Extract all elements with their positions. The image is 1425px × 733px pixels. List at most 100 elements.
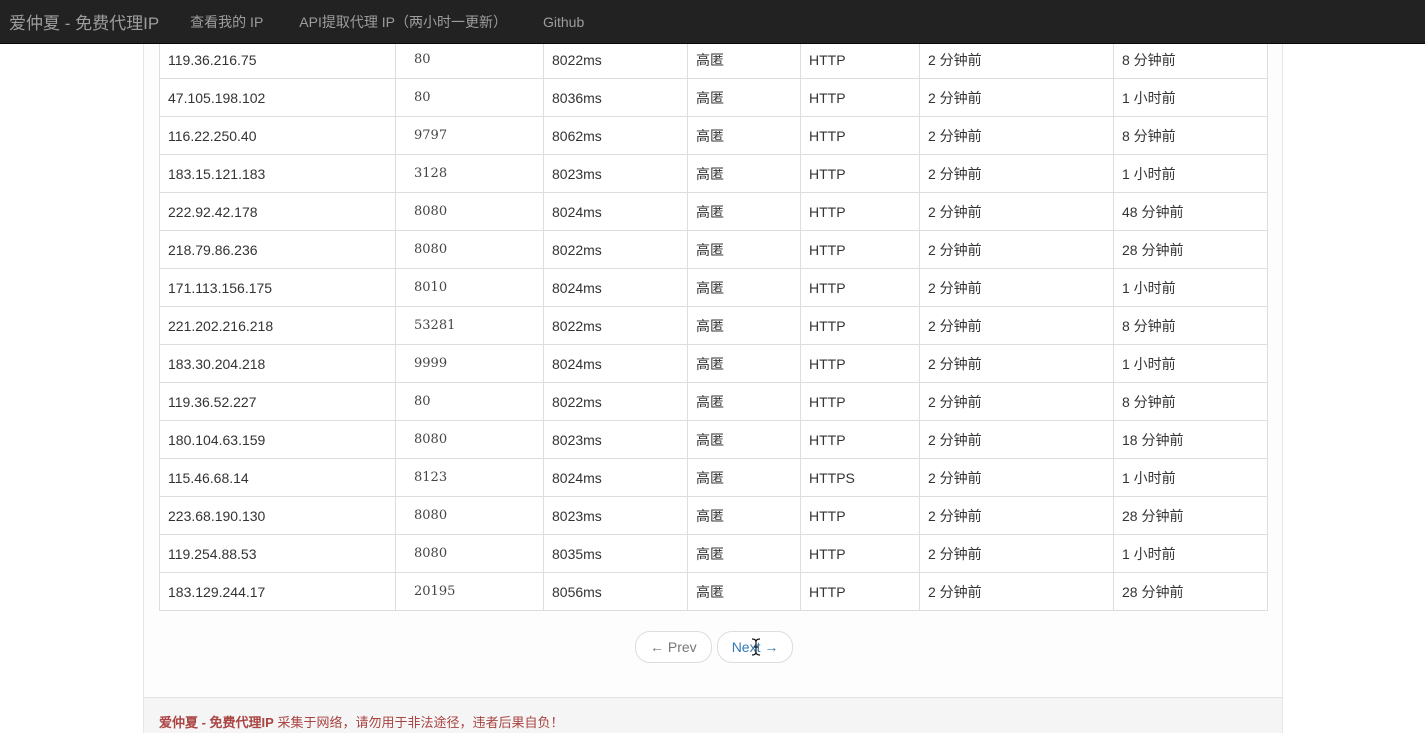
port-cell: 80 [395,78,544,117]
speed-cell: 8024ms [543,268,688,307]
port-cell: 8080 [395,496,544,535]
table-row: 218.79.86.236 8080 8022ms 高匿 HTTP 2 分钟前 28 分钟前 [159,230,1268,269]
nav-link-my-ip[interactable]: 查看我的 IP [190,12,263,32]
protocol-cell: HTTP [800,116,920,155]
verified-cell: 2 分钟前 [919,382,1114,421]
protocol-cell: HTTPS [800,458,920,497]
anonymity-cell: 高匿 [687,496,801,535]
uptime-cell: 28 分钟前 [1113,496,1268,535]
protocol-cell: HTTP [800,230,920,269]
speed-cell: 8035ms [543,534,688,573]
ip-cell: 183.30.204.218 [159,344,396,383]
verified-cell: 2 分钟前 [919,154,1114,193]
speed-cell: 8023ms [543,496,688,535]
anonymity-cell: 高匿 [687,192,801,231]
uptime-cell: 28 分钟前 [1113,230,1268,269]
ip-cell: 47.105.198.102 [159,78,396,117]
ip-cell: 119.36.216.75 [159,40,396,79]
protocol-cell: HTTP [800,78,920,117]
anonymity-cell: 高匿 [687,420,801,459]
table-row: 119.254.88.53 8080 8035ms 高匿 HTTP 2 分钟前 1 小时前 [159,534,1268,573]
ip-cell: 222.92.42.178 [159,192,396,231]
proxy-table-body: 119.36.216.75 80 8022ms 高匿 HTTP 2 分钟前 8 分钟前 47.… [159,40,1268,611]
protocol-cell: HTTP [800,382,920,421]
top-navbar: 爱仲夏 - 免费代理IP 查看我的 IP API提取代理 IP（两小时一更新） … [0,0,1425,44]
table-row: 183.15.121.183 3128 8023ms 高匿 HTTP 2 分钟前 1 小时前 [159,154,1268,193]
protocol-cell: HTTP [800,496,920,535]
port-cell: 8080 [395,534,544,573]
speed-cell: 8024ms [543,192,688,231]
ip-cell: 115.46.68.14 [159,458,396,497]
anonymity-cell: 高匿 [687,116,801,155]
protocol-cell: HTTP [800,572,920,611]
uptime-cell: 28 分钟前 [1113,572,1268,611]
ip-cell: 116.22.250.40 [159,116,396,155]
speed-cell: 8022ms [543,230,688,269]
anonymity-cell: 高匿 [687,230,801,269]
anonymity-cell: 高匿 [687,306,801,345]
pager: ← Prev Next → [635,631,794,663]
footer-brand: 爱仲夏 - 免费代理IP [159,715,274,730]
verified-cell: 2 分钟前 [919,268,1114,307]
table-row: 223.68.190.130 8080 8023ms 高匿 HTTP 2 分钟前 28 分钟… [159,496,1268,535]
uptime-cell: 1 小时前 [1113,344,1268,383]
verified-cell: 2 分钟前 [919,534,1114,573]
port-cell: 9999 [395,344,544,383]
anonymity-cell: 高匿 [687,268,801,307]
verified-cell: 2 分钟前 [919,420,1114,459]
port-cell: 8080 [395,230,544,269]
protocol-cell: HTTP [800,534,920,573]
speed-cell: 8024ms [543,344,688,383]
ip-cell: 221.202.216.218 [159,306,396,345]
table-row: 119.36.216.75 80 8022ms 高匿 HTTP 2 分钟前 8 分钟前 [159,40,1268,79]
uptime-cell: 1 小时前 [1113,78,1268,117]
text-cursor-icon [751,638,761,656]
table-row: 119.36.52.227 80 8022ms 高匿 HTTP 2 分钟前 8 分钟前 [159,382,1268,421]
speed-cell: 8056ms [543,572,688,611]
anonymity-cell: 高匿 [687,458,801,497]
verified-cell: 2 分钟前 [919,40,1114,79]
navbar-brand[interactable]: 爱仲夏 - 免费代理IP [0,9,159,34]
table-row: 222.92.42.178 8080 8024ms 高匿 HTTP 2 分钟前 48 分钟前 [159,192,1268,231]
speed-cell: 8022ms [543,40,688,79]
port-cell: 9797 [395,116,544,155]
protocol-cell: HTTP [800,420,920,459]
speed-cell: 8062ms [543,116,688,155]
protocol-cell: HTTP [800,192,920,231]
anonymity-cell: 高匿 [687,40,801,79]
ip-cell: 180.104.63.159 [159,420,396,459]
ip-cell: 119.254.88.53 [159,534,396,573]
verified-cell: 2 分钟前 [919,458,1114,497]
verified-cell: 2 分钟前 [919,344,1114,383]
ip-cell: 218.79.86.236 [159,230,396,269]
prev-page-button[interactable]: ← Prev [635,631,712,663]
protocol-cell: HTTP [800,40,920,79]
anonymity-cell: 高匿 [687,344,801,383]
port-cell: 8080 [395,420,544,459]
table-row: 47.105.198.102 80 8036ms 高匿 HTTP 2 分钟前 1 小时前 [159,78,1268,117]
speed-cell: 8036ms [543,78,688,117]
protocol-cell: HTTP [800,268,920,307]
table-row: 183.30.204.218 9999 8024ms 高匿 HTTP 2 分钟前 1 小时前 [159,344,1268,383]
anonymity-cell: 高匿 [687,382,801,421]
port-cell: 3128 [395,154,544,193]
uptime-cell: 1 小时前 [1113,154,1268,193]
nav-link-api[interactable]: API提取代理 IP（两小时一更新） [299,12,507,32]
port-cell: 8010 [395,268,544,307]
ip-cell: 119.36.52.227 [159,382,396,421]
uptime-cell: 1 小时前 [1113,534,1268,573]
port-cell: 20195 [395,572,544,611]
uptime-cell: 18 分钟前 [1113,420,1268,459]
uptime-cell: 1 小时前 [1113,268,1268,307]
footer: 爱仲夏 - 免费代理IP 采集于网络，请勿用于非法途径，违者后果自负！ [143,697,1283,733]
nav-link-github[interactable]: Github [543,14,584,30]
speed-cell: 8023ms [543,154,688,193]
table-row: 183.129.244.17 20195 8056ms 高匿 HTTP 2 分钟前 28 分… [159,572,1268,611]
anonymity-cell: 高匿 [687,78,801,117]
uptime-cell: 8 分钟前 [1113,382,1268,421]
proxy-table: 119.36.216.75 80 8022ms 高匿 HTTP 2 分钟前 8 分钟前 47.… [159,40,1268,611]
ip-cell: 183.15.121.183 [159,154,396,193]
port-cell: 8080 [395,192,544,231]
speed-cell: 8022ms [543,306,688,345]
protocol-cell: HTTP [800,306,920,345]
